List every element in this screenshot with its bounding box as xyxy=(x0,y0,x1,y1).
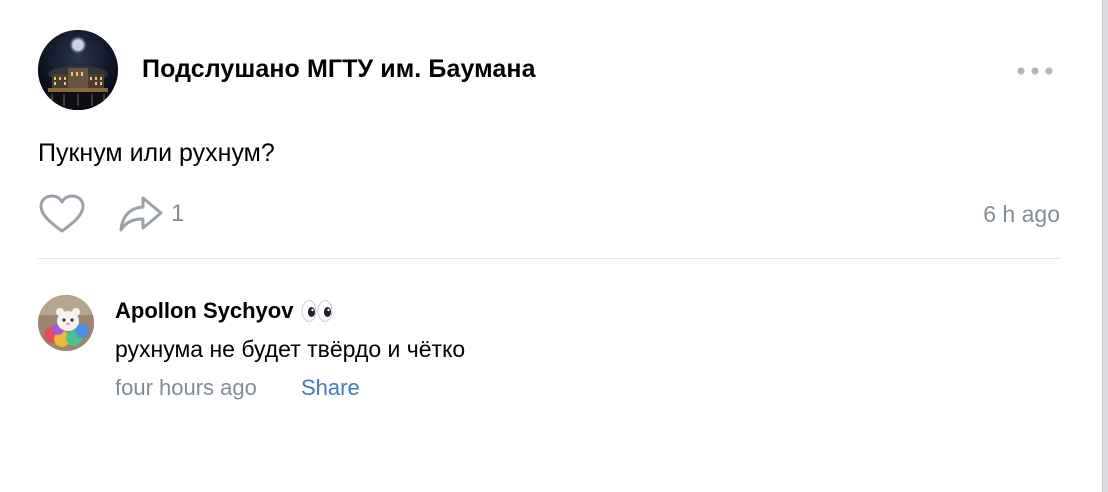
group-name-link[interactable]: Подслушано МГТУ им. Баумана xyxy=(142,55,536,84)
window-right-edge xyxy=(1102,0,1108,492)
like-button[interactable] xyxy=(38,193,86,235)
divider xyxy=(38,258,1060,259)
comment-author-link[interactable]: Apollon Sychyov xyxy=(115,298,333,324)
comment-timestamp[interactable]: four hours ago xyxy=(115,375,257,401)
comment-share-button[interactable]: Share xyxy=(301,375,360,401)
heart-icon xyxy=(39,194,85,233)
post-text: Пукнум или рухнум? xyxy=(38,139,275,167)
more-horizontal-icon xyxy=(1017,67,1053,75)
comment-author-name: Apollon Sychyov xyxy=(115,298,294,323)
eyes-emoji-icon xyxy=(301,299,333,323)
share-arrow-icon xyxy=(119,196,163,232)
share-count: 1 xyxy=(171,200,185,227)
comment-text: рухнума не будет твёрдо и чётко xyxy=(115,336,466,362)
post-timestamp[interactable]: 6 h ago xyxy=(983,201,1060,228)
more-options-button[interactable] xyxy=(1014,58,1056,84)
group-avatar[interactable] xyxy=(38,30,118,110)
commenter-avatar[interactable] xyxy=(38,295,94,351)
share-button[interactable]: 1 xyxy=(117,193,184,235)
